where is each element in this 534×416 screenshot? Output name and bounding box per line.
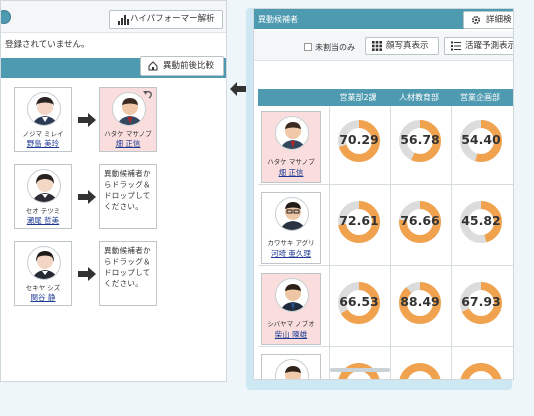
score-value: 70.29 (339, 132, 379, 147)
avatar (27, 246, 61, 280)
avatar (27, 92, 61, 126)
avatar (275, 116, 309, 150)
score-value: 45.82 (461, 213, 501, 228)
arrow-left-icon (230, 82, 246, 96)
candidate-kana: シバヤマ ノブオ (267, 320, 315, 328)
employee-kana: ハタケ マサノブ (104, 130, 152, 138)
score-value: 88.49 (400, 294, 440, 309)
high-performer-button[interactable]: ハイパフォーマー解析 (109, 10, 223, 29)
employee-card[interactable]: ノジマ ミレイ 野島 美玲 (14, 87, 72, 152)
score-value: 66.53 (339, 294, 379, 309)
drop-target[interactable]: 異動候補者からドラッグ＆ドロップしてください。 (99, 164, 157, 229)
score-value: 67.93 (461, 294, 501, 309)
bar-chart-icon (118, 15, 129, 25)
photo-toggle-button[interactable]: 顔写真表示 (365, 37, 439, 55)
list-icon (451, 41, 461, 51)
avatar (275, 197, 309, 231)
compare-label: 異動前後比較 (163, 61, 215, 71)
avatar (275, 359, 309, 379)
candidate-card[interactable]: シバヤマ ノブオ 柴山 陳雄 (261, 273, 321, 345)
candidate-name-link[interactable]: 柴山 陳雄 (262, 329, 320, 340)
column-header: 人材教育部 (399, 93, 439, 102)
arrow-right-icon (78, 113, 96, 127)
employee-name-link[interactable]: 瀬尾 哲美 (15, 215, 71, 226)
gauge-fill (399, 363, 441, 379)
undo-icon[interactable] (143, 90, 153, 99)
prediction-toggle-button[interactable]: 活躍予測表示 (444, 37, 514, 55)
avatar (27, 169, 61, 203)
candidate-panel: 異動候補者 詳細検 未割当のみ 顔写真表示 活躍予測表示 営業部2課 人材教育部… (253, 8, 514, 380)
candidate-toolbar: 未割当のみ 顔写真表示 活躍予測表示 (254, 31, 514, 61)
home-icon (148, 61, 158, 71)
avatar (275, 278, 309, 312)
high-performer-label: ハイパフォーマー解析 (130, 14, 215, 24)
score-value: 56.78 (400, 132, 440, 147)
score-value: 54.40 (461, 132, 501, 147)
candidate-name-link[interactable]: 畑 正信 (262, 167, 320, 178)
drop-target[interactable]: 異動候補者からドラッグ＆ドロップしてください。 (99, 241, 157, 306)
candidate-card[interactable] (261, 354, 321, 379)
app-stage: ハイパフォーマー解析 登録されていません。 異動前後比較 ノジマ ミレイ 野島 … (0, 0, 534, 416)
column-header: 営業部2課 (339, 93, 377, 102)
avatar (112, 92, 146, 126)
compare-button[interactable]: 異動前後比較 (140, 56, 224, 76)
collapse-icon[interactable] (1, 10, 11, 24)
employee-card[interactable]: セキヤ シズ 関谷 静 (14, 241, 72, 306)
prediction-toggle-label: 活躍予測表示 (465, 41, 514, 51)
horizontal-scrollbar[interactable] (330, 368, 390, 372)
score-value: 72.61 (339, 213, 379, 228)
grid-icon (372, 41, 382, 51)
target-card[interactable]: ハタケ マサノブ 畑 正信 (99, 87, 157, 152)
employee-name-link[interactable]: 畑 正信 (100, 138, 156, 149)
column-header: 営業企画部 (460, 93, 500, 102)
employee-kana: セオ テツミ (25, 207, 61, 215)
score-value: 76.66 (400, 213, 440, 228)
arrow-right-icon (78, 190, 96, 204)
arrow-right-icon (78, 267, 96, 281)
detail-search-label: 詳細検 (486, 15, 512, 25)
photo-toggle-label: 顔写真表示 (386, 41, 429, 51)
score-gauge (399, 363, 441, 379)
drop-instruction: 異動候補者からドラッグ＆ドロップしてください。 (104, 169, 151, 211)
candidate-kana: ハタケ マサノブ (267, 158, 315, 166)
left-toolbar: ハイパフォーマー解析 (1, 1, 226, 33)
employee-name-link[interactable]: 野島 美玲 (15, 138, 71, 149)
candidate-kana: カワサキ アグリ (267, 239, 315, 247)
employee-name-link[interactable]: 関谷 静 (15, 292, 71, 303)
employee-kana: ノジマ ミレイ (22, 130, 64, 138)
candidate-card[interactable]: カワサキ アグリ 河埼 亜久理 (261, 192, 321, 264)
candidate-name-link[interactable]: 河埼 亜久理 (262, 248, 320, 259)
drop-instruction: 異動候補者からドラッグ＆ドロップしてください。 (104, 246, 151, 288)
empty-notice: 登録されていません。 (5, 40, 90, 50)
unassigned-label: 未割当のみ (315, 43, 355, 52)
detail-search-button[interactable]: 詳細検 (463, 11, 513, 29)
candidate-card[interactable]: ハタケ マサノブ 畑 正信 (261, 111, 321, 183)
employee-card[interactable]: セオ テツミ 瀬尾 哲美 (14, 164, 72, 229)
gear-icon (471, 15, 481, 25)
score-gauge (460, 363, 502, 379)
employee-kana: セキヤ シズ (25, 284, 61, 292)
gauge-fill (460, 363, 502, 379)
unassigned-checkbox[interactable] (304, 43, 312, 51)
candidate-title: 異動候補者 (258, 15, 298, 24)
score-table-header: 営業部2課 人材教育部 営業企画部 (258, 89, 513, 106)
transfer-panel: ハイパフォーマー解析 登録されていません。 異動前後比較 ノジマ ミレイ 野島 … (0, 0, 227, 382)
